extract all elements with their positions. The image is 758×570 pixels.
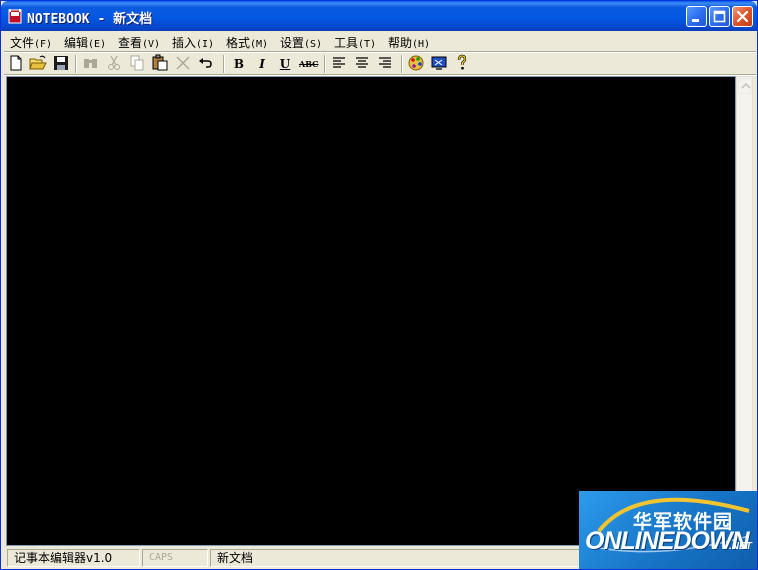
scroll-up-button[interactable] bbox=[738, 78, 752, 94]
toolbar: B I U ABC bbox=[4, 53, 756, 75]
menu-edit[interactable]: 编辑(E) bbox=[64, 34, 106, 51]
underline-icon[interactable]: U bbox=[276, 55, 294, 73]
watermark-suffix: .NET bbox=[729, 541, 752, 552]
toolbar-separator bbox=[223, 55, 225, 73]
watermark-logo: 华军软件园 ONLINEDOWN .NET bbox=[579, 491, 757, 569]
menu-format-label: 格式 bbox=[226, 36, 251, 50]
editor-textarea[interactable] bbox=[6, 76, 736, 546]
menu-settings[interactable]: 设置(S) bbox=[280, 34, 322, 51]
menu-insert[interactable]: 插入(I) bbox=[172, 34, 214, 51]
menu-file[interactable]: 文件(F) bbox=[10, 34, 52, 51]
paste-icon[interactable] bbox=[151, 54, 169, 72]
find-icon[interactable] bbox=[82, 54, 100, 72]
cut-icon[interactable] bbox=[105, 54, 123, 72]
menu-format-accel: (M) bbox=[250, 39, 269, 50]
align-center-icon[interactable] bbox=[353, 54, 371, 72]
palette-icon[interactable] bbox=[407, 54, 425, 72]
toolbar-separator bbox=[324, 55, 326, 73]
vertical-scrollbar[interactable] bbox=[736, 76, 753, 546]
copy-icon[interactable] bbox=[128, 54, 146, 72]
title-bar[interactable]: NOTEBOOK - 新文档 bbox=[1, 1, 757, 31]
menu-insert-accel: (I) bbox=[196, 39, 215, 50]
menu-help[interactable]: 帮助(H) bbox=[388, 34, 430, 51]
undo-icon[interactable] bbox=[197, 54, 215, 72]
menu-tools-label: 工具 bbox=[334, 36, 359, 50]
align-left-icon[interactable] bbox=[330, 54, 348, 72]
menu-file-accel: (F) bbox=[34, 39, 53, 50]
menu-settings-label: 设置 bbox=[280, 36, 305, 50]
menu-edit-accel: (E) bbox=[88, 39, 107, 50]
delete-icon[interactable] bbox=[174, 54, 192, 72]
save-icon[interactable] bbox=[52, 54, 70, 72]
toolbar-separator bbox=[401, 55, 403, 73]
app-window: NOTEBOOK - 新文档 文件(F) 编辑(E) 查看(V) 插入(I) 格… bbox=[0, 0, 758, 570]
menu-view-accel: (V) bbox=[142, 39, 161, 50]
menu-bar: 文件(F) 编辑(E) 查看(V) 插入(I) 格式(M) 设置(S) 工具(T… bbox=[4, 31, 756, 51]
menu-tools-accel: (T) bbox=[358, 39, 377, 50]
italic-icon[interactable]: I bbox=[253, 55, 271, 73]
menu-settings-accel: (S) bbox=[304, 39, 323, 50]
menu-file-label: 文件 bbox=[10, 36, 35, 50]
menu-insert-label: 插入 bbox=[172, 36, 197, 50]
menu-format[interactable]: 格式(M) bbox=[226, 34, 268, 51]
status-caps-indicator: CAPS bbox=[142, 549, 208, 567]
menu-edit-label: 编辑 bbox=[64, 36, 89, 50]
menu-help-accel: (H) bbox=[412, 39, 431, 50]
window-title: NOTEBOOK - 新文档 bbox=[27, 12, 153, 27]
watermark-english-text: ONLINEDOWN bbox=[585, 527, 750, 555]
minimize-button[interactable] bbox=[686, 6, 707, 27]
strikethrough-icon[interactable]: ABC bbox=[299, 55, 318, 73]
bold-icon[interactable]: B bbox=[230, 55, 248, 73]
toolbar-separator bbox=[75, 55, 77, 73]
open-folder-icon[interactable] bbox=[29, 54, 47, 72]
menu-view[interactable]: 查看(V) bbox=[118, 34, 160, 51]
menu-help-label: 帮助 bbox=[388, 36, 413, 50]
menu-view-label: 查看 bbox=[118, 36, 143, 50]
align-right-icon[interactable] bbox=[376, 54, 394, 72]
options-icon[interactable] bbox=[430, 54, 448, 72]
close-button[interactable] bbox=[732, 6, 753, 27]
help-icon[interactable] bbox=[453, 54, 471, 72]
status-app-name: 记事本编辑器v1.0 bbox=[7, 549, 140, 567]
new-file-icon[interactable] bbox=[7, 54, 25, 72]
notebook-app-icon[interactable] bbox=[7, 8, 23, 24]
menu-tools[interactable]: 工具(T) bbox=[334, 34, 376, 51]
maximize-button[interactable] bbox=[709, 6, 730, 27]
